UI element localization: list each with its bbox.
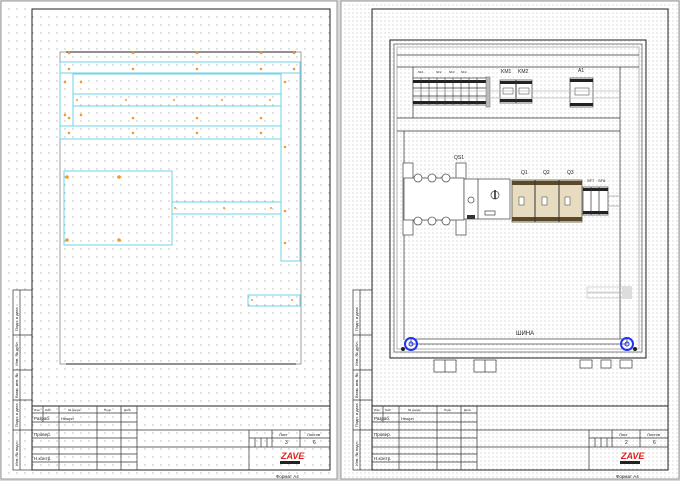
logo-text: ZAVE xyxy=(620,451,645,461)
label-q3: Q3 xyxy=(567,170,574,176)
col-header: № докум. xyxy=(408,408,421,412)
modular-breakers[interactable] xyxy=(412,76,491,108)
col-header: Подп. xyxy=(444,408,452,412)
label-sf8: SF8 xyxy=(598,178,606,183)
sheet-label: Лист xyxy=(619,432,628,437)
label-a1: A1 xyxy=(578,68,584,74)
busbar-label: ШИНА xyxy=(516,331,534,337)
relay-a1[interactable] xyxy=(569,77,594,108)
breakers-sf7-sf8[interactable] xyxy=(582,186,609,216)
label-sf7: SF7 xyxy=(587,178,595,183)
circuit-breakers-q1-q3[interactable] xyxy=(511,179,583,223)
side-label: Подп. и дата xyxy=(14,307,19,331)
label-q1: Q1 xyxy=(521,170,528,176)
col-header: Дата xyxy=(124,408,131,412)
col-header: Лист xyxy=(45,408,52,412)
label-q2: Q2 xyxy=(543,170,550,176)
col-header: Подп. xyxy=(104,408,112,412)
sheets-label: Листов xyxy=(647,432,660,437)
col-header: Изм. xyxy=(34,408,41,412)
label-km1: KM1 xyxy=(501,69,512,75)
col-header: Дата xyxy=(464,408,471,412)
sheets-total: 6 xyxy=(653,440,656,446)
side-label: Инв. № дубл. xyxy=(14,341,19,366)
developer-name: Нешрн xyxy=(61,416,74,421)
norm-control-label: Н.контр. xyxy=(34,456,51,461)
sheet-number: 3 xyxy=(285,440,288,446)
side-label: Взам. инв. № xyxy=(14,373,19,398)
enclosure-drawing[interactable]: SF1 SF2 SF3 SF4 KM1 KM2 A1 QS1 Q1 Q2 Q3 … xyxy=(389,39,647,373)
label-sf2: SF2 xyxy=(436,70,442,74)
col-header: № докум. xyxy=(68,408,81,412)
developed-label: Разраб. xyxy=(34,416,50,421)
format-label: Формат А4 xyxy=(616,474,639,479)
col-header: Лист xyxy=(385,408,392,412)
developer-name: Нешрн xyxy=(401,416,414,421)
side-label: Взам. инв. № xyxy=(354,373,359,398)
label-sf4: SF4 xyxy=(461,70,467,74)
side-label: Подп. и дата xyxy=(354,307,359,331)
norm-control-label: Н.контр. xyxy=(374,456,391,461)
sheets-label: Листов xyxy=(307,432,320,437)
logo-text: ZAVE xyxy=(280,451,305,461)
checked-label: Провер. xyxy=(34,432,51,437)
checked-label: Провер. xyxy=(374,432,391,437)
side-label: Подп. и дата xyxy=(14,403,19,427)
side-label: Инв. № подл. xyxy=(14,441,19,466)
label-qs1: QS1 xyxy=(454,155,464,161)
contactors-km1-km2[interactable] xyxy=(499,79,533,104)
sheet-number: 2 xyxy=(625,440,628,446)
side-label: Инв. № подл. xyxy=(354,441,359,466)
drawing-canvas[interactable]: Подп. и дата Инв. № дубл. Взам. инв. № П… xyxy=(0,0,680,481)
side-label: Подп. и дата xyxy=(354,403,359,427)
sheets-total: 6 xyxy=(313,440,316,446)
side-label: Инв. № дубл. xyxy=(354,341,359,366)
col-header: Изм. xyxy=(374,408,381,412)
sheet-label: Лист xyxy=(279,432,288,437)
sheet-right[interactable]: Подп. и дата Инв. № дубл. Взам. инв. № П… xyxy=(340,0,680,480)
developed-label: Разраб. xyxy=(374,416,390,421)
format-label: Формат А4 xyxy=(276,474,299,479)
label-sf3: SF3 xyxy=(449,70,455,74)
label-km2: KM2 xyxy=(518,69,529,75)
label-sf1: SF1 xyxy=(418,70,424,74)
sheet-left[interactable]: Подп. и дата Инв. № дубл. Взам. инв. № П… xyxy=(0,0,338,480)
